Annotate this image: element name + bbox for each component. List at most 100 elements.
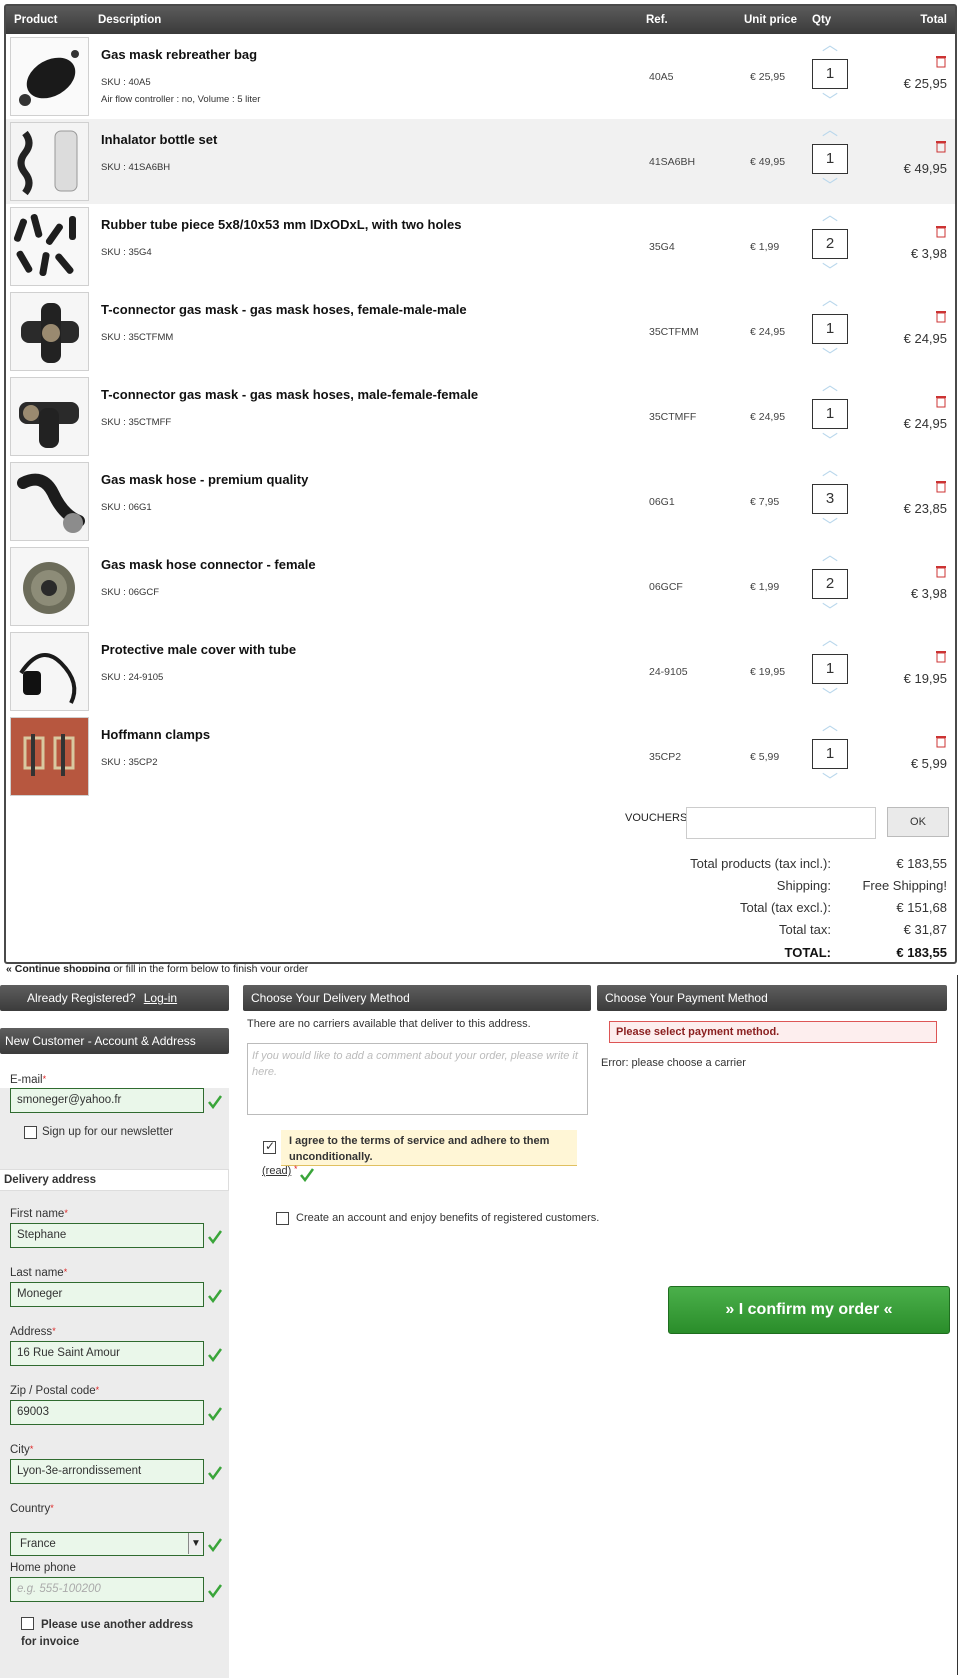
continue-shopping: « Continue shopping or fill in the form … [6,963,308,972]
zip-field[interactable]: 69003 [10,1400,204,1425]
product-image[interactable] [10,462,89,541]
qty-increase-icon[interactable]: ︿ [818,718,842,734]
registered-bar: Already Registered? Log-in [0,985,229,1011]
product-name[interactable]: Gas mask hose connector - female [101,557,316,572]
line-total: € 19,95 [903,671,947,686]
delete-icon[interactable] [935,225,947,238]
qty-increase-icon[interactable]: ︿ [818,633,842,649]
qty-increase-icon[interactable]: ︿ [818,548,842,564]
qty-input[interactable]: 1 [812,399,848,429]
valid-check-icon [208,1538,223,1552]
delete-icon[interactable] [935,310,947,323]
product-name[interactable]: Gas mask rebreather bag [101,47,257,62]
terms-read-link[interactable]: (read) [262,1165,291,1177]
first-name-field[interactable]: Stephane [10,1223,204,1248]
product-name[interactable]: T-connector gas mask - gas mask hoses, f… [101,302,467,317]
qty-decrease-icon[interactable]: ﹀ [818,774,842,790]
qty-input[interactable]: 3 [812,484,848,514]
confirm-order-button[interactable]: » I confirm my order « [668,1286,950,1334]
qty-increase-icon[interactable]: ︿ [818,123,842,139]
line-total: € 3,98 [910,246,947,261]
line-total: € 3,98 [910,586,947,601]
delete-icon[interactable] [935,565,947,578]
line-total: € 49,95 [903,161,947,176]
last-name-field[interactable]: Moneger [10,1282,204,1307]
product-image[interactable] [10,632,89,711]
delete-icon[interactable] [935,395,947,408]
create-account-label: Create an account and enjoy benefits of … [296,1212,600,1224]
qty-increase-icon[interactable]: ︿ [818,463,842,479]
city-field[interactable]: Lyon-3e-arrondissement [10,1459,204,1484]
voucher-ok-button[interactable]: OK [887,807,949,837]
qty-decrease-icon[interactable]: ﹀ [818,349,842,365]
address-field[interactable]: 16 Rue Saint Amour [10,1341,204,1366]
qty-input[interactable]: 1 [812,59,848,89]
delete-icon[interactable] [935,735,947,748]
line-total: € 24,95 [903,331,947,346]
product-image[interactable] [10,207,89,286]
qty-increase-icon[interactable]: ︿ [818,378,842,394]
create-account-checkbox[interactable] [276,1212,289,1225]
delete-icon[interactable] [935,55,947,68]
product-image[interactable] [10,37,89,116]
invoice-address-label: Please use another address for invoice [21,1619,194,1648]
line-total: € 25,95 [903,76,947,91]
product-image[interactable] [10,122,89,201]
terms-checkbox[interactable] [263,1139,276,1154]
email-label-text: E-mail [10,1074,43,1086]
delivery-method-bar: Choose Your Delivery Method [243,985,591,1011]
qty-decrease-icon[interactable]: ﹀ [818,179,842,195]
cart-row: T-connector gas mask - gas mask hoses, m… [6,374,955,459]
order-comment-textarea[interactable]: If you would like to add a comment about… [247,1043,588,1115]
col-unit-price: Unit price [744,14,798,26]
qty-input[interactable]: 2 [812,229,848,259]
delete-icon[interactable] [935,140,947,153]
qty-decrease-icon[interactable]: ﹀ [818,434,842,450]
continue-shopping-link[interactable]: « Continue shopping [6,963,110,972]
product-name[interactable]: Inhalator bottle set [101,132,217,147]
phone-field[interactable]: e.g. 555-100200 [10,1577,204,1602]
summary-value: Free Shipping! [862,878,947,893]
qty-increase-icon[interactable]: ︿ [818,38,842,54]
unit-price: € 25,95 [750,71,786,83]
product-name[interactable]: Hoffmann clamps [101,727,210,742]
summary-total-value: € 183,55 [896,945,947,960]
product-image[interactable] [10,377,89,456]
chevron-down-icon[interactable]: ▼ [188,1533,203,1554]
unit-price: € 1,99 [750,581,780,593]
qty-input[interactable]: 1 [812,739,848,769]
email-field[interactable]: smoneger@yahoo.fr [10,1088,204,1113]
qty-input[interactable]: 1 [812,654,848,684]
qty-increase-icon[interactable]: ︿ [818,293,842,309]
qty-decrease-icon[interactable]: ﹀ [818,94,842,110]
product-image[interactable] [10,547,89,626]
qty-input[interactable]: 2 [812,569,848,599]
product-sku: SKU : 35CTFMM [101,332,174,343]
qty-input[interactable]: 1 [812,314,848,344]
qty-decrease-icon[interactable]: ﹀ [818,264,842,280]
product-name[interactable]: Protective male cover with tube [101,642,296,657]
product-image[interactable] [10,292,89,371]
product-name[interactable]: Rubber tube piece 5x8/10x53 mm IDxODxL, … [101,217,462,232]
qty-decrease-icon[interactable]: ﹀ [818,519,842,535]
phone-label: Home phone [10,1562,76,1574]
product-ref: 35CTMFF [649,411,697,423]
qty-decrease-icon[interactable]: ﹀ [818,604,842,620]
product-ref: 35CTFMM [649,326,699,338]
newsletter-checkbox[interactable] [24,1126,37,1139]
right-border [957,975,958,1675]
country-select[interactable]: France [10,1532,204,1556]
qty-increase-icon[interactable]: ︿ [818,208,842,224]
qty-decrease-icon[interactable]: ﹀ [818,689,842,705]
product-name[interactable]: Gas mask hose - premium quality [101,472,308,487]
delete-icon[interactable] [935,650,947,663]
login-link[interactable]: Log-in [144,991,177,1005]
qty-input[interactable]: 1 [812,144,848,174]
delete-icon[interactable] [935,480,947,493]
voucher-input[interactable] [686,807,876,839]
cart-row: Inhalator bottle set SKU : 41SA6BH 41SA6… [6,119,955,204]
product-ref: 24-9105 [649,666,688,678]
cart-row: Gas mask hose - premium quality SKU : 06… [6,459,955,544]
product-name[interactable]: T-connector gas mask - gas mask hoses, m… [101,387,478,402]
product-image[interactable] [10,717,89,796]
